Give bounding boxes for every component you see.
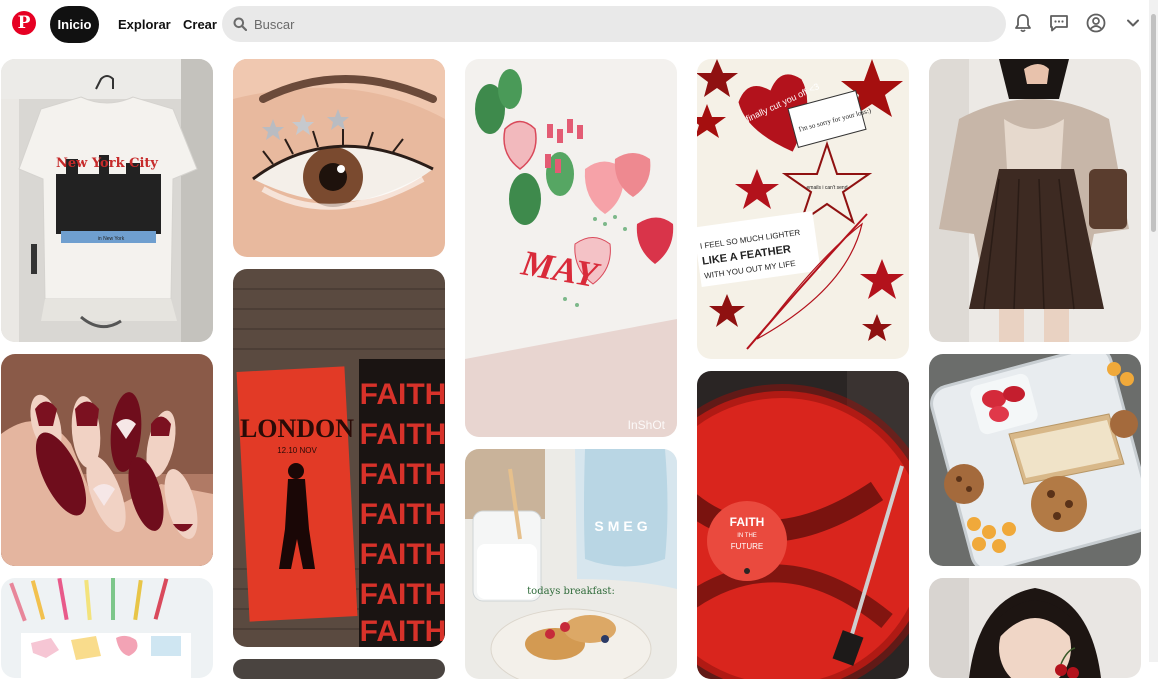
wall-text-2: FAITH	[360, 418, 445, 451]
pin-portrait[interactable]	[929, 578, 1141, 678]
wall-text-3: FAITH	[360, 458, 445, 491]
scrollbar-thumb[interactable]	[1151, 14, 1156, 232]
top-nav-bar: P Inicio Explorar Crear	[0, 0, 1158, 48]
pin-vinyl[interactable]: FAITH IN THE FUTURE	[697, 371, 909, 679]
collage-emails-text: emails i can't send	[807, 185, 848, 191]
nav-home-button[interactable]: Inicio	[50, 6, 99, 43]
strawberry-watermark: InShOt	[628, 418, 666, 432]
pinterest-logo-icon[interactable]: P	[12, 11, 36, 35]
wall-text-1: FAITH	[360, 378, 445, 411]
vinyl-label-sub2: FUTURE	[731, 542, 763, 551]
poster-title: LONDON	[240, 414, 354, 443]
pin-breakfast[interactable]: SMEG todays breakfast:	[465, 449, 677, 679]
chevron-down-icon[interactable]	[1119, 9, 1147, 37]
pin-collage[interactable]: finally cut you off <3 I'm so sorry for …	[697, 59, 909, 359]
pin-nails[interactable]	[1, 354, 213, 566]
poster-subtitle: 12.10 NOV	[277, 446, 317, 455]
vinyl-label-title: FAITH	[730, 515, 765, 529]
user-avatar-icon[interactable]	[1082, 9, 1110, 37]
pin-outfit[interactable]	[929, 59, 1141, 342]
pin-lunchbox[interactable]	[929, 354, 1141, 566]
wall-text-7: FAITH	[360, 615, 445, 647]
logo-letter: P	[17, 13, 31, 33]
search-bar[interactable]	[222, 6, 1006, 42]
pin-strawberry[interactable]: MAY InShOt	[465, 59, 677, 437]
nav-explore-link[interactable]: Explorar	[118, 6, 171, 43]
wall-text-4: FAITH	[360, 498, 445, 531]
breakfast-caption: todays breakfast:	[527, 586, 615, 597]
tshirt-print-caption: in New York	[98, 236, 125, 242]
wall-text-6: FAITH	[360, 578, 445, 611]
wall-text-5: FAITH	[360, 538, 445, 571]
nav-create-link[interactable]: Crear	[183, 6, 217, 43]
pin-peek-col2[interactable]	[233, 659, 445, 679]
tshirt-print-title: New York City	[56, 156, 158, 171]
pin-eye-makeup[interactable]	[233, 59, 445, 257]
pin-stickers[interactable]	[1, 578, 213, 678]
bell-icon[interactable]	[1009, 9, 1037, 37]
vinyl-label-sub1: IN THE	[737, 533, 757, 539]
search-input[interactable]	[254, 16, 994, 32]
pin-tshirt[interactable]: New York City in New York	[1, 59, 213, 342]
pin-poster[interactable]: LONDON 12.10 NOV FAITH FAITH FAITH FAITH…	[233, 269, 445, 647]
chat-icon[interactable]	[1045, 9, 1073, 37]
search-icon	[232, 16, 248, 32]
kettle-brand: SMEG	[594, 518, 651, 534]
